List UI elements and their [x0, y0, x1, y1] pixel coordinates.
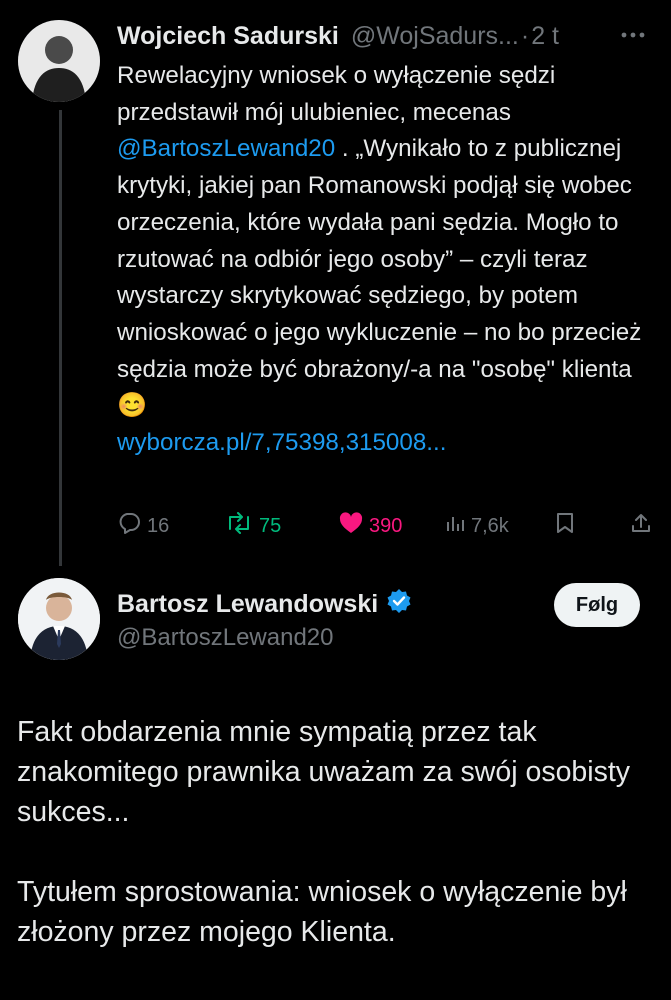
views-button[interactable]: 7,6k — [445, 513, 509, 539]
avatar-sadurski[interactable] — [18, 20, 100, 102]
tweet1-text: Rewelacyjny wniosek o wyłączenie sędzi p… — [117, 58, 657, 462]
tweet1-handle[interactable]: @WojSadurs... — [351, 22, 519, 51]
views-count: 7,6k — [471, 514, 509, 537]
tweet1-mention[interactable]: @BartoszLewand20 — [117, 135, 335, 162]
tweet1-time[interactable]: 2 t — [531, 22, 559, 51]
tweet1-emoji: 😊 — [117, 392, 148, 420]
tweet2-paragraph1: Fakt obdarzenia mnie sympatią przez tak … — [17, 716, 631, 828]
retweet-count: 75 — [259, 514, 282, 537]
more-icon[interactable] — [621, 26, 645, 44]
tweet2-paragraph2: Tytułem sprostowania: wniosek o wyłączen… — [17, 876, 627, 948]
tweet2-author-name[interactable]: Bartosz Lewandowski — [117, 590, 378, 619]
tweet2-text: Fakt obdarzenia mnie sympatią przez tak … — [17, 712, 662, 952]
tweet1-url[interactable]: wyborcza.pl/7,75398,315008... — [117, 429, 446, 456]
tweet1-actions: 16 75 390 7,6k — [117, 508, 657, 544]
like-icon — [339, 512, 363, 540]
like-count: 390 — [369, 514, 403, 537]
retweet-icon — [225, 512, 253, 540]
retweet-button[interactable]: 75 — [225, 512, 281, 540]
views-icon — [445, 513, 465, 539]
like-button[interactable]: 390 — [339, 512, 402, 540]
reply-count: 16 — [147, 514, 170, 537]
bookmark-button[interactable] — [556, 512, 574, 540]
tweet1-text-part2: . „Wynikało to z publicznej krytyki, jak… — [117, 135, 642, 383]
share-icon — [630, 512, 652, 540]
thread-connector — [59, 110, 62, 566]
tweet2-handle[interactable]: @BartoszLewand20 — [117, 624, 334, 652]
tweet1-text-part1: Rewelacyjny wniosek o wyłączenie sędzi p… — [117, 62, 556, 126]
verified-icon — [386, 588, 412, 621]
reply-icon — [117, 512, 141, 540]
follow-button[interactable]: Følg — [554, 583, 640, 627]
tweet1-separator: · — [520, 21, 530, 50]
tweet1-author-name[interactable]: Wojciech Sadurski — [117, 22, 339, 51]
share-button[interactable] — [630, 512, 652, 540]
reply-button[interactable]: 16 — [117, 512, 169, 540]
bookmark-icon — [556, 512, 574, 540]
tweet1-header: Wojciech Sadurski @WojSadurs... · 2 t — [117, 18, 659, 54]
avatar-lewandowski[interactable] — [18, 578, 100, 660]
tweet2-author[interactable]: Bartosz Lewandowski — [117, 588, 412, 621]
